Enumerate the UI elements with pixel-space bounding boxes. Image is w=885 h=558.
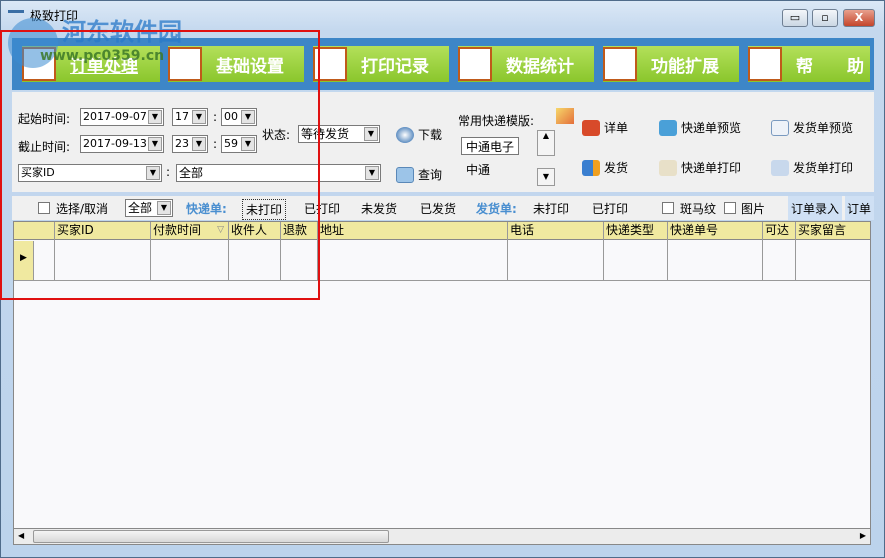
annotation-highlight-box <box>0 30 320 300</box>
detail-button[interactable]: 详单 <box>582 119 628 136</box>
toolbar-print-records[interactable]: 打印记录 <box>313 46 449 82</box>
label: 快递单预览 <box>681 121 742 135</box>
extension-icon <box>603 47 637 81</box>
column-reachable[interactable]: 可达 <box>763 222 796 280</box>
shipped-tab[interactable]: 已发货 <box>420 200 456 217</box>
toolbar-help[interactable]: 帮 助 <box>748 46 870 82</box>
template-label: 常用快递模版: <box>458 114 535 128</box>
order-tab[interactable]: 订单 <box>845 196 874 220</box>
maximize-button[interactable]: ▫ <box>812 9 838 27</box>
printer-icon <box>659 159 677 176</box>
delivery-unprinted-tab[interactable]: 未打印 <box>533 200 569 217</box>
scroll-up-button[interactable]: ▲ <box>537 130 555 156</box>
label: 下载 <box>418 128 443 142</box>
document-icon <box>582 119 600 136</box>
label: 查询 <box>418 168 443 182</box>
label: 发货单打印 <box>793 161 854 175</box>
query-button[interactable]: 查询 <box>396 166 442 183</box>
chevron-down-icon: ▼ <box>364 127 378 141</box>
delivery-printed-tab[interactable]: 已打印 <box>592 200 628 217</box>
image-label: 图片 <box>741 202 766 216</box>
edit-icon[interactable] <box>556 108 574 124</box>
scroll-right-icon[interactable]: ▶ <box>860 531 866 540</box>
help-icon <box>748 47 782 81</box>
label: 快递单打印 <box>681 161 742 175</box>
download-button[interactable]: 下载 <box>396 126 442 143</box>
express-print-button[interactable]: 快递单打印 <box>659 159 741 176</box>
toolbar-extensions[interactable]: 功能扩展 <box>603 46 739 82</box>
column-address[interactable]: 地址 <box>318 222 508 280</box>
close-button[interactable]: X <box>843 9 875 27</box>
template-item[interactable]: 中通 <box>466 161 490 178</box>
chevron-down-icon: ▼ <box>365 166 379 180</box>
ship-button[interactable]: 发货 <box>582 159 628 176</box>
image-checkbox[interactable] <box>724 202 736 214</box>
scroll-down-button[interactable]: ▼ <box>537 168 555 186</box>
horizontal-scrollbar[interactable]: ◀ ▶ <box>13 528 871 545</box>
truck-icon <box>582 159 600 176</box>
unshipped-tab[interactable]: 未发货 <box>361 200 397 217</box>
toolbar-statistics[interactable]: 数据统计 <box>458 46 594 82</box>
page-preview-icon <box>771 119 789 136</box>
express-preview-button[interactable]: 快递单预览 <box>659 119 741 136</box>
chart-icon <box>458 47 492 81</box>
zebra-label: 斑马纹 <box>680 202 717 216</box>
template-item-selected[interactable]: 中通电子 <box>461 137 519 155</box>
column-buyer-message[interactable]: 买家留言 <box>796 222 870 280</box>
column-tracking-number[interactable]: 快递单号 <box>668 222 763 280</box>
scrollbar-thumb[interactable] <box>33 530 389 543</box>
delivery-print-button[interactable]: 发货单打印 <box>771 159 853 176</box>
delivery-preview-button[interactable]: 发货单预览 <box>771 119 853 136</box>
delivery-filter-label: 发货单: <box>476 202 517 216</box>
label: 发货 <box>604 161 629 175</box>
scroll-left-icon[interactable]: ◀ <box>18 531 24 540</box>
magnifier-icon <box>659 119 677 136</box>
label: 详单 <box>604 121 629 135</box>
label: 发货单预览 <box>793 121 854 135</box>
column-phone[interactable]: 电话 <box>508 222 604 280</box>
query-icon <box>396 166 414 183</box>
printer-icon <box>771 159 789 176</box>
zebra-checkbox[interactable] <box>662 202 674 214</box>
order-entry-tab[interactable]: 订单录入 <box>788 196 843 220</box>
minimize-button[interactable]: ▭ <box>782 9 808 27</box>
globe-icon <box>396 126 414 143</box>
column-express-type[interactable]: 快递类型 <box>604 222 668 280</box>
